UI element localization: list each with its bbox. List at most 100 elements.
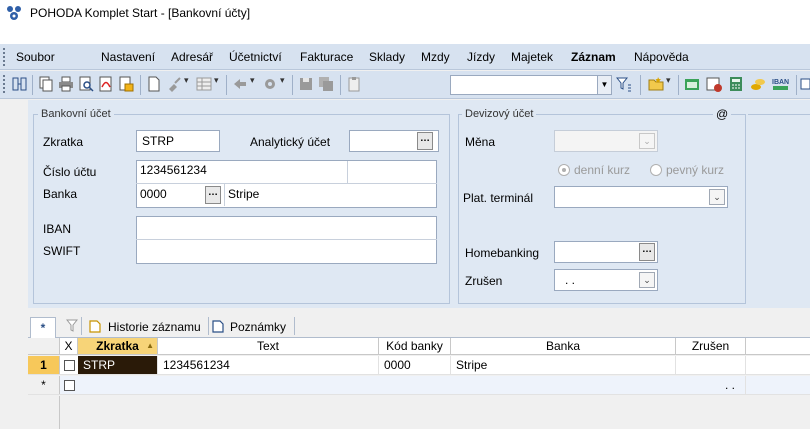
print-icon[interactable] <box>58 76 74 92</box>
cislo-uctu-suffix[interactable] <box>347 161 437 183</box>
cislo-uctu-label: Číslo účtu <box>43 165 97 179</box>
menu-zaznam[interactable]: Záznam <box>571 49 616 65</box>
menu-adresar[interactable]: Adresář <box>171 49 213 65</box>
print-preview-icon[interactable] <box>78 76 94 92</box>
toolbar: ▾ ▾ ▾ ▾ ▼ ▾ IBAN <box>0 71 810 99</box>
cell-zrusen[interactable] <box>676 356 746 374</box>
cell-kod-banky[interactable]: 0000 <box>379 356 451 374</box>
column-header-zkratka[interactable]: Zkratka ▲ <box>78 338 158 355</box>
chevron-down-icon[interactable]: ▾ <box>250 75 255 86</box>
new-row-checkbox[interactable] <box>64 380 75 391</box>
menu-mzdy[interactable]: Mzdy <box>421 49 450 65</box>
chevron-down-icon[interactable]: ▾ <box>184 75 189 86</box>
column-header-empty <box>746 338 810 355</box>
homebanking-label: Homebanking <box>465 246 540 260</box>
zkratka-input[interactable]: STRP <box>136 130 220 152</box>
radio-denni-kurz-label: denní kurz <box>574 163 631 177</box>
chevron-down-icon: ⌄ <box>639 133 655 149</box>
copy-icon[interactable] <box>38 76 54 92</box>
menu-grip-icon[interactable] <box>3 48 6 66</box>
chevron-down-icon[interactable]: ⌄ <box>639 272 655 288</box>
banka-code-input[interactable]: 0000 <box>140 186 167 202</box>
plat-terminal-label: Plat. terminál <box>463 191 534 205</box>
cell-text[interactable]: 1234561234 <box>158 356 379 374</box>
agenda-switch-icon[interactable] <box>12 76 28 92</box>
pdf-icon[interactable] <box>98 76 114 92</box>
more-icon[interactable] <box>800 76 810 92</box>
history-tab-icon <box>89 320 101 336</box>
analyticky-ucet-browse-button[interactable]: … <box>417 132 433 150</box>
cislo-uctu-input[interactable]: 1234561234 <box>140 161 207 179</box>
row-header-strip <box>28 396 60 429</box>
brush-icon[interactable] <box>166 76 182 92</box>
chevron-down-icon[interactable]: ▾ <box>280 75 285 86</box>
new-row-marker: * <box>28 376 60 394</box>
clipboard-icon[interactable] <box>346 76 362 92</box>
save-all-icon[interactable] <box>318 76 334 92</box>
toolbar-separator <box>340 75 341 95</box>
iban-icon[interactable]: IBAN <box>772 76 790 92</box>
chevron-down-icon[interactable]: ▼ <box>597 76 611 94</box>
plat-terminal-select[interactable] <box>554 186 728 208</box>
new-row-zrusen[interactable]: . . <box>676 376 746 394</box>
tab-star[interactable]: * <box>30 317 56 338</box>
toolbar-separator <box>796 75 797 95</box>
column-header-banka[interactable]: Banka <box>451 338 676 355</box>
toolbar-grip-icon[interactable] <box>3 75 6 93</box>
svg-text:IBAN: IBAN <box>772 79 789 86</box>
grid-view-icon[interactable] <box>196 76 212 92</box>
gear-icon[interactable] <box>262 76 278 92</box>
cell-banka[interactable]: Stripe <box>451 356 676 374</box>
calendar-icon[interactable] <box>684 76 700 92</box>
chevron-down-icon[interactable]: ▾ <box>666 75 671 86</box>
save-icon[interactable] <box>298 76 314 92</box>
grid-corner <box>28 338 60 355</box>
column-header-x[interactable]: X <box>60 338 78 355</box>
side-panel <box>748 114 810 304</box>
swift-input[interactable] <box>140 241 430 261</box>
filter-icon[interactable] <box>615 76 632 92</box>
menu-soubor[interactable]: Soubor <box>16 49 55 65</box>
cell-zkratka[interactable]: STRP <box>78 356 158 374</box>
at-symbol: @ <box>713 107 732 121</box>
print-settings-icon[interactable] <box>118 76 134 92</box>
toolbar-separator <box>640 75 641 95</box>
chevron-down-icon[interactable]: ⌄ <box>709 189 725 205</box>
radio-pevny-kurz <box>650 164 662 176</box>
analyticky-ucet-label: Analytický účet <box>250 135 331 149</box>
folder-icon[interactable] <box>648 76 664 92</box>
divider <box>208 317 209 335</box>
chevron-down-icon[interactable]: ▾ <box>214 75 219 86</box>
column-header-kod-banky[interactable]: Kód banky <box>379 338 451 355</box>
row-number[interactable]: 1 <box>28 356 60 374</box>
row-checkbox[interactable] <box>64 360 75 371</box>
divider <box>81 317 82 335</box>
tab-historie-zaznamu[interactable]: Historie záznamu <box>108 317 201 338</box>
menu-ucetnictvi[interactable]: Účetnictví <box>229 49 282 65</box>
menu-fakturace[interactable]: Fakturace <box>300 49 353 65</box>
menu-nastaveni[interactable]: Nastavení <box>101 49 155 65</box>
menu-sklady[interactable]: Sklady <box>369 49 405 65</box>
zkratka-label: Zkratka <box>43 135 84 149</box>
tab-poznamky[interactable]: Poznámky <box>230 317 286 338</box>
iban-label: IBAN <box>43 222 72 236</box>
new-record-icon[interactable] <box>146 76 162 92</box>
calculator-icon[interactable] <box>728 76 744 92</box>
tables-icon[interactable] <box>706 76 722 92</box>
banka-browse-button[interactable]: … <box>205 186 221 204</box>
homebanking-browse-button[interactable]: … <box>639 243 655 261</box>
coins-icon[interactable] <box>750 76 766 92</box>
column-header-text[interactable]: Text <box>158 338 379 355</box>
menu-majetek[interactable]: Majetek <box>511 49 553 65</box>
filter-tab-icon[interactable] <box>65 319 79 336</box>
banka-name-field[interactable]: Stripe <box>228 186 259 202</box>
menu-jizdy[interactable]: Jízdy <box>467 49 495 65</box>
column-header-zrusen[interactable]: Zrušen <box>676 338 746 355</box>
search-combo[interactable]: ▼ <box>450 75 612 95</box>
iban-input[interactable] <box>140 218 430 238</box>
divider <box>294 317 295 335</box>
back-arrow-icon[interactable] <box>232 76 248 92</box>
window-title: POHODA Komplet Start - [Bankovní účty] <box>30 6 251 20</box>
menu-napoveda[interactable]: Nápověda <box>634 49 689 65</box>
sort-asc-icon: ▲ <box>146 341 154 350</box>
